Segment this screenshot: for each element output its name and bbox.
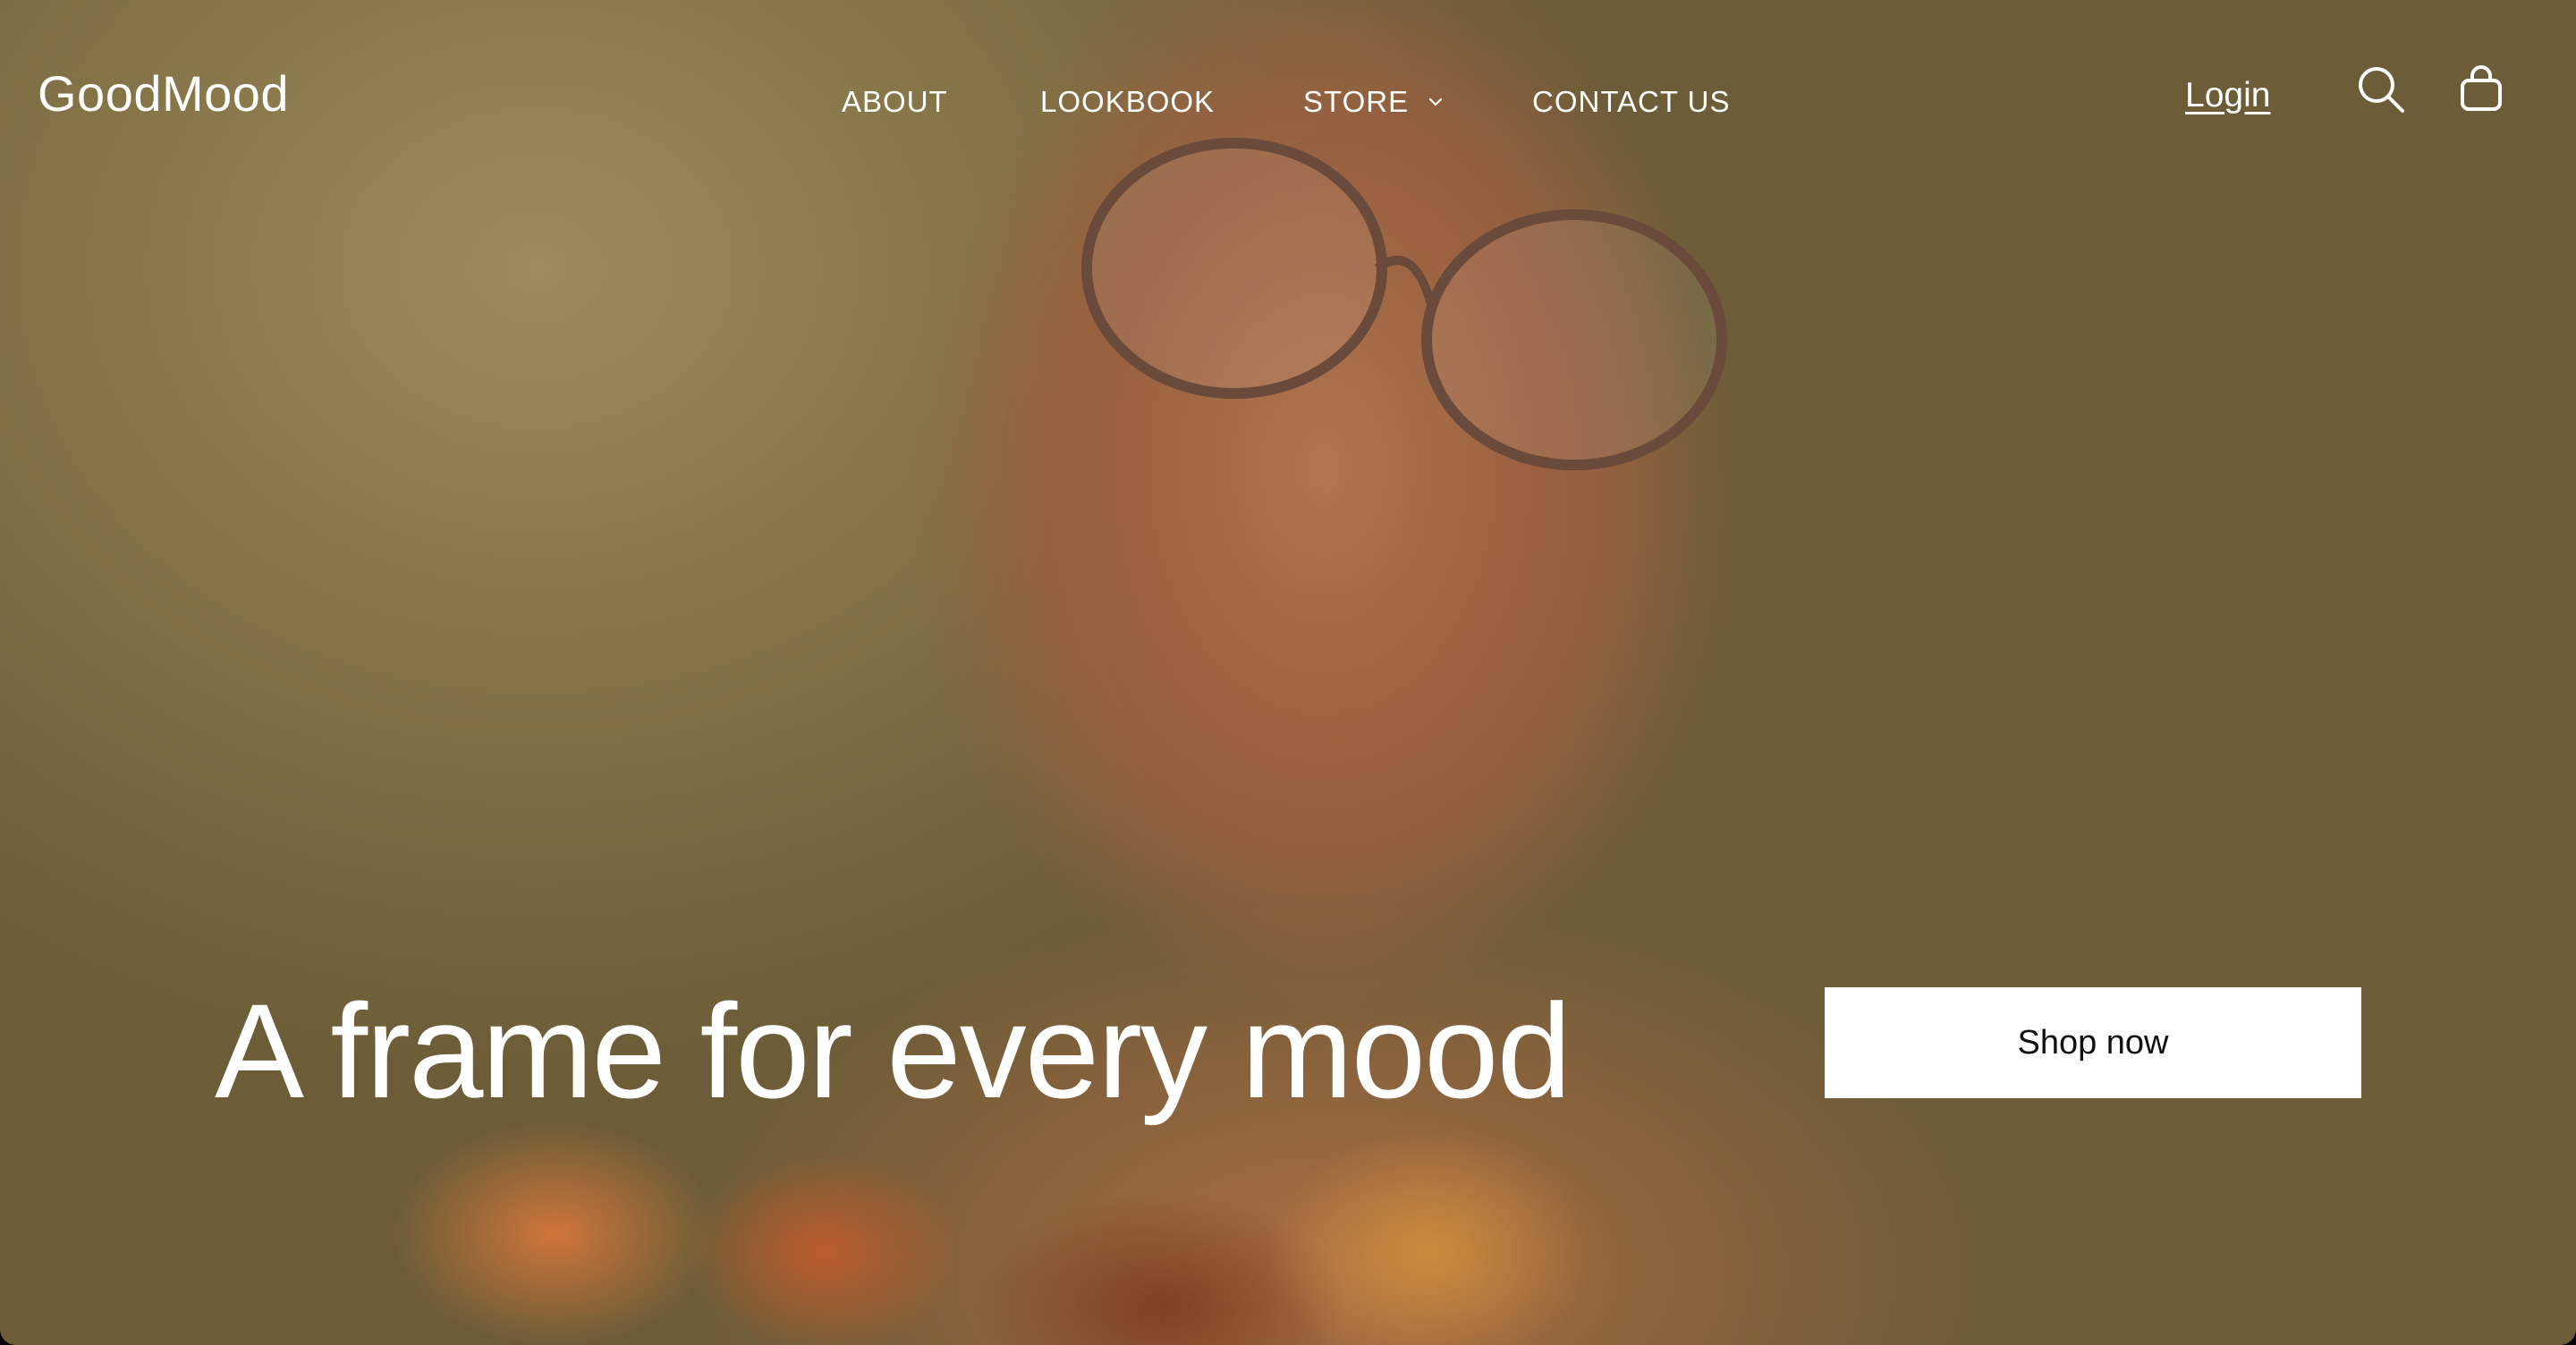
hero-headline: A frame for every mood [215,976,1572,1126]
site-header: GoodMood ABOUT LOOKBOOK STORE CONTACT US… [0,0,2576,197]
search-button[interactable] [2354,63,2408,116]
search-icon [2359,67,2404,113]
nav-item-store[interactable]: STORE [1303,85,1446,119]
shopping-bag-icon [2461,65,2502,111]
shop-now-button[interactable]: Shop now [1825,987,2361,1098]
nav-item-contact-us[interactable]: CONTACT US [1532,85,1730,119]
chevron-down-icon [1428,97,1443,106]
nav-item-store-label: STORE [1303,85,1410,118]
nav-item-about[interactable]: ABOUT [842,85,948,119]
page: GoodMood ABOUT LOOKBOOK STORE CONTACT US… [0,0,2576,1345]
login-link[interactable]: Login [2185,76,2270,115]
nav-item-lookbook[interactable]: LOOKBOOK [1040,85,1215,119]
cart-button[interactable] [2454,63,2508,116]
